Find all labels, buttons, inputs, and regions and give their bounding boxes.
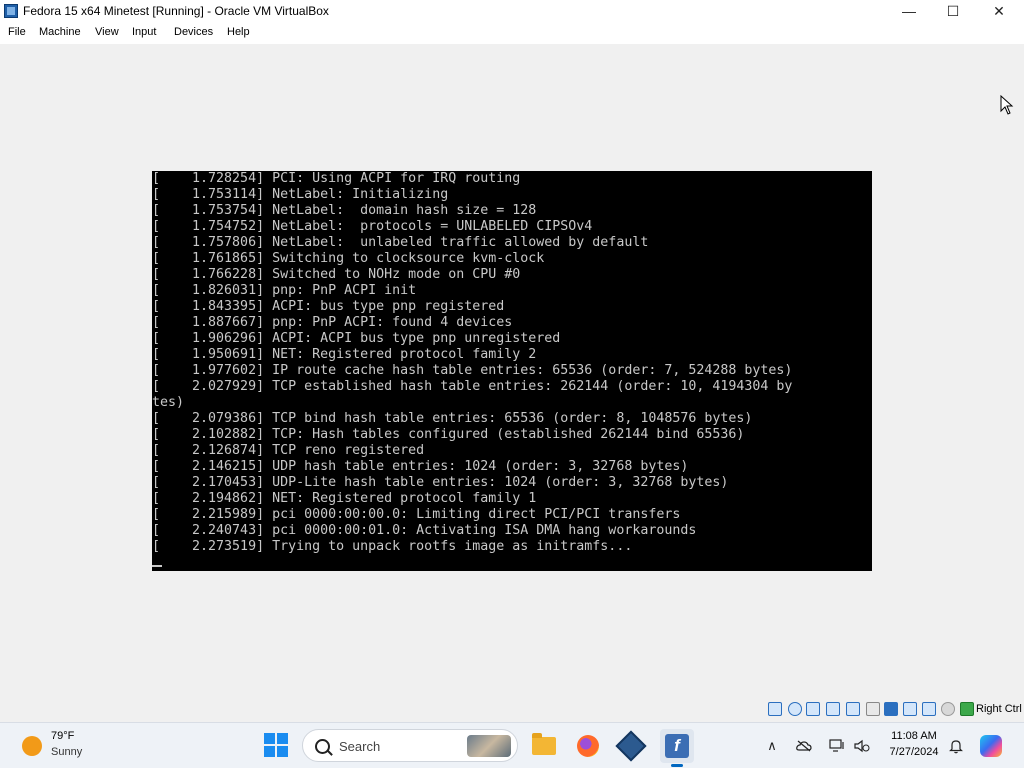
title-bar: Fedora 15 x64 Minetest [Running] - Oracl… — [0, 0, 1024, 22]
vm-console[interactable]: [ 1.728254] PCI: Using ACPI for IRQ rout… — [152, 171, 872, 571]
network-status-icon[interactable] — [829, 738, 845, 754]
file-explorer-icon — [532, 733, 556, 755]
console-line: [ 1.766228] Switched to NOHz mode on CPU… — [152, 267, 521, 282]
console-line: [ 2.170453] UDP-Lite hash table entries:… — [152, 475, 729, 490]
menu-help[interactable]: Help — [227, 26, 250, 38]
close-button[interactable]: ✕ — [976, 0, 1022, 22]
console-line: [ 2.194862] NET: Registered protocol fam… — [152, 491, 537, 506]
menu-file[interactable]: File — [8, 26, 26, 38]
audio-icon[interactable] — [788, 702, 802, 716]
console-line: tes) — [152, 395, 185, 410]
menu-machine[interactable]: Machine — [39, 26, 81, 38]
vm-status-bar: Right Ctrl — [0, 698, 1024, 722]
virtualbox-button[interactable] — [614, 729, 648, 763]
menu-bar: File Machine View Input Devices Help — [0, 22, 1024, 44]
minimize-button[interactable]: — — [886, 0, 932, 22]
host-key-icon[interactable] — [960, 702, 974, 716]
search-box[interactable]: Search — [302, 729, 518, 762]
video-capture-icon[interactable] — [884, 702, 898, 716]
menu-devices[interactable]: Devices — [174, 26, 213, 38]
mouse-pointer-icon — [1000, 94, 1014, 115]
usb-icon[interactable] — [826, 702, 840, 716]
windows-logo-icon — [264, 746, 275, 757]
file-explorer-button[interactable] — [527, 729, 561, 763]
console-line: [ 2.215989] pci 0000:00:00.0: Limiting d… — [152, 507, 681, 522]
console-line: [ 2.273519] Trying to unpack rootfs imag… — [152, 539, 633, 554]
firefox-icon — [577, 735, 599, 757]
console-line: [ 2.146215] UDP hash table entries: 1024… — [152, 459, 689, 474]
network-icon[interactable] — [806, 702, 820, 716]
console-line: [ 2.102882] TCP: Hash tables configured … — [152, 427, 745, 442]
active-indicator — [671, 764, 683, 767]
weather-temperature[interactable]: 79°F — [51, 730, 74, 742]
shared-folders-icon[interactable] — [846, 702, 860, 716]
clock-date[interactable]: 7/27/2024 — [880, 746, 948, 758]
mouse-integration-icon[interactable] — [922, 702, 936, 716]
console-line: [ 1.753114] NetLabel: Initializing — [152, 187, 449, 202]
console-line: [ 1.728254] PCI: Using ACPI for IRQ rout… — [152, 171, 521, 186]
display-icon[interactable] — [866, 702, 880, 716]
start-button[interactable] — [264, 733, 288, 757]
console-line: [ 2.240743] pci 0000:00:01.0: Activating… — [152, 523, 697, 538]
search-highlight-image — [467, 735, 511, 757]
console-line: [ 2.126874] TCP reno registered — [152, 443, 425, 458]
clock-time[interactable]: 11:08 AM — [884, 730, 944, 742]
console-line: [ 1.887667] pnp: PnP ACPI: found 4 devic… — [152, 315, 513, 330]
window-title: Fedora 15 x64 Minetest [Running] - Oracl… — [23, 4, 329, 18]
maximize-button[interactable]: ☐ — [930, 0, 976, 22]
windows-logo-icon — [264, 733, 275, 744]
keyboard-capture-icon[interactable] — [941, 702, 955, 716]
console-line: [ 1.754752] NetLabel: protocols = UNLABE… — [152, 219, 593, 234]
menu-view[interactable]: View — [95, 26, 119, 38]
show-hidden-icons-chevron[interactable]: ∧ — [764, 738, 780, 754]
windows-logo-icon — [277, 733, 288, 744]
copilot-icon[interactable] — [980, 735, 1002, 757]
search-icon — [315, 739, 330, 754]
console-line: [ 1.843395] ACPI: bus type pnp registere… — [152, 299, 505, 314]
optical-drive-icon[interactable] — [768, 702, 782, 716]
virtualbox-icon — [615, 730, 647, 762]
windows-logo-icon — [277, 746, 288, 757]
firefox-button[interactable] — [571, 729, 605, 763]
taskbar: 79°F Sunny Search f ∧ 11:08 AM 7/27/2024 — [0, 722, 1024, 768]
fedora-vm-icon: f — [665, 734, 689, 758]
virtualbox-icon — [4, 4, 18, 18]
notifications-bell-icon[interactable] — [948, 738, 964, 754]
console-line: [ 1.950691] NET: Registered protocol fam… — [152, 347, 537, 362]
console-line: [ 1.906296] ACPI: ACPI bus type pnp unre… — [152, 331, 561, 346]
host-key-label: Right Ctrl — [976, 703, 1022, 715]
console-line: [ 2.079386] TCP bind hash table entries:… — [152, 411, 753, 426]
console-line: [ 1.753754] NetLabel: domain hash size =… — [152, 203, 537, 218]
virtualization-icon[interactable] — [903, 702, 917, 716]
text-cursor — [152, 565, 162, 567]
search-placeholder: Search — [339, 739, 381, 754]
console-line: [ 1.826031] pnp: PnP ACPI init — [152, 283, 417, 298]
console-line: [ 1.757806] NetLabel: unlabeled traffic … — [152, 235, 649, 250]
weather-condition[interactable]: Sunny — [51, 746, 82, 758]
onedrive-offline-icon[interactable] — [796, 738, 812, 754]
menu-input[interactable]: Input — [132, 26, 156, 38]
console-line: [ 2.027929] TCP established hash table e… — [152, 379, 793, 394]
volume-muted-icon[interactable] — [854, 738, 870, 754]
console-line: [ 1.761865] Switching to clocksource kvm… — [152, 251, 545, 266]
fedora-vm-button[interactable]: f — [660, 729, 694, 767]
console-line: [ 1.977602] IP route cache hash table en… — [152, 363, 793, 378]
weather-sun-icon[interactable] — [22, 736, 42, 756]
